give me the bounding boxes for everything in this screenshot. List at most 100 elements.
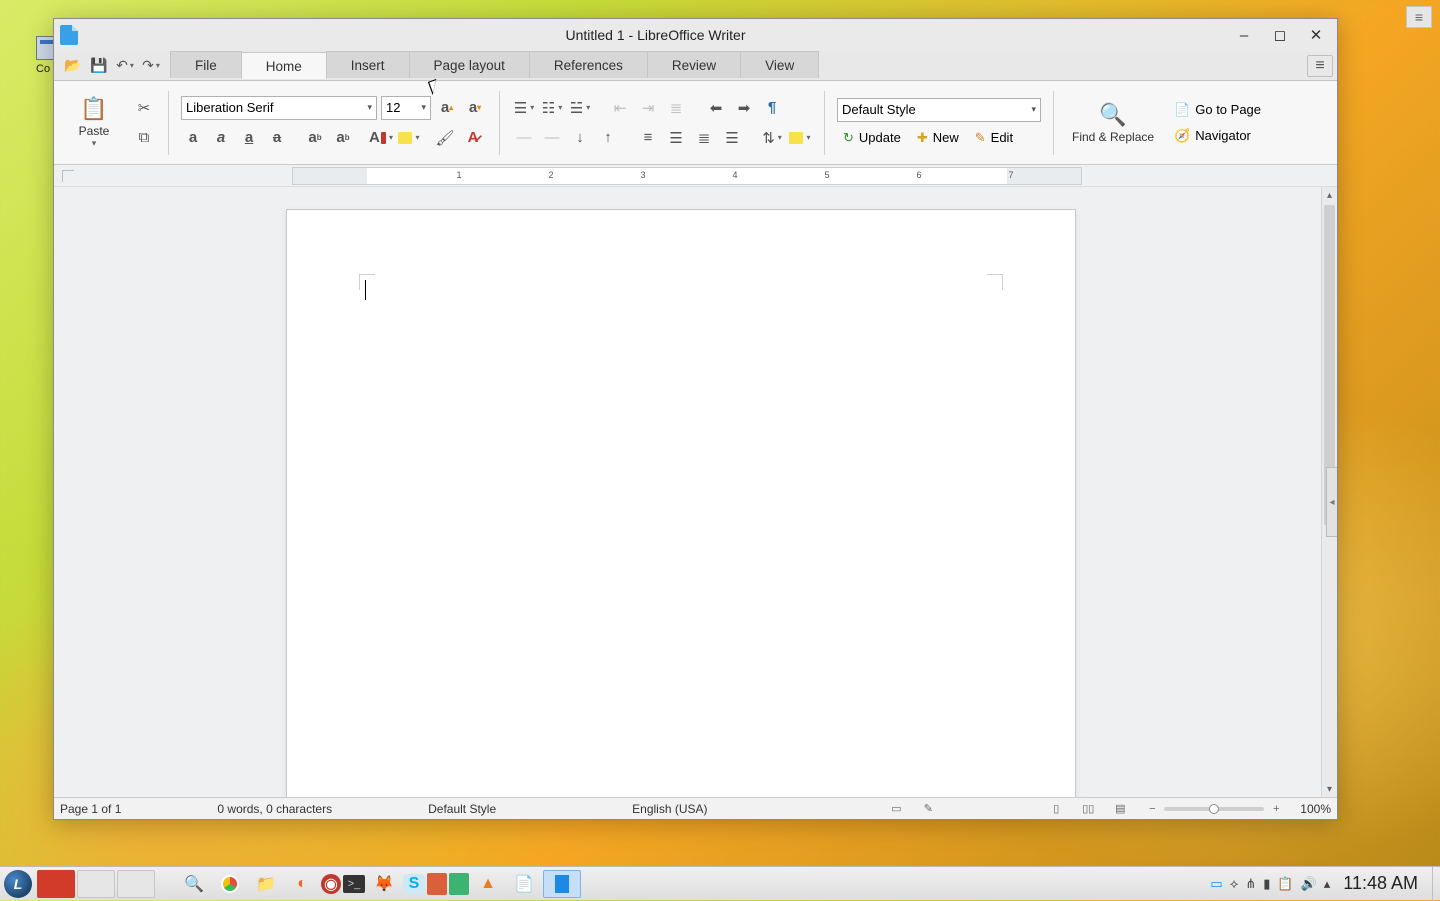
signature-icon[interactable]: ✎ [920,802,936,816]
decrease-indent2-icon[interactable]: ⬅ [704,96,728,120]
align-left-icon[interactable]: ≡ [636,126,660,150]
underline-icon[interactable]: a [237,126,261,150]
edit-style-button[interactable]: ✎Edit [969,128,1019,148]
superscript-icon[interactable]: ab [303,126,327,150]
taskbar-impress-icon[interactable] [427,873,447,895]
page[interactable] [286,209,1076,797]
tab-review[interactable]: Review [647,51,741,78]
sidebar-toggle[interactable]: ◂ [1326,467,1337,537]
view-multi-page-icon[interactable]: ▯▯ [1080,802,1096,816]
view-book-icon[interactable]: ▤ [1112,802,1128,816]
zoom-out-icon[interactable]: − [1144,802,1160,816]
status-word-count[interactable]: 0 words, 0 characters [217,802,332,816]
align-justify-icon[interactable]: ☰ [720,126,744,150]
zoom-percent[interactable]: 100% [1300,802,1331,816]
italic-icon[interactable]: a [209,126,233,150]
bold-icon[interactable]: a [181,126,205,150]
status-page[interactable]: Page 1 of 1 [60,802,121,816]
grow-font-icon[interactable]: a▴ [435,96,459,120]
shrink-font-icon[interactable]: a▾ [463,96,487,120]
horizontal-ruler[interactable]: 1 2 3 4 5 6 7 [292,167,1082,185]
taskbar-search-icon[interactable]: 🔍 [177,870,211,898]
redo-button[interactable]: ↷ [140,55,162,77]
tab-file[interactable]: File [170,51,242,78]
cut-icon[interactable]: ✂ [132,96,156,120]
navigator-button[interactable]: 🧭Navigator [1168,126,1257,146]
taskbar-gimp-icon[interactable]: 🦊 [367,870,401,898]
new-style-button[interactable]: ✚New [911,128,965,148]
taskbar-firefox-icon[interactable]: ◐ [285,870,319,898]
tab-home[interactable]: Home [241,52,327,79]
taskbar-vlc-icon[interactable]: ▲ [471,870,505,898]
taskbar-media-icon[interactable]: ◉ [321,874,341,894]
tray-volume-icon[interactable]: 🔊 [1301,876,1317,892]
highlight-color-icon[interactable] [397,126,421,150]
move-down-icon[interactable]: ↓ [568,126,592,150]
subscript-icon[interactable]: ab [331,126,355,150]
line-spacing-dd-icon[interactable]: ⇅ [760,126,784,150]
taskbar-texteditor-icon[interactable]: 📄 [507,870,541,898]
window-close-button[interactable]: ✕ [1305,24,1327,46]
taskbar-window-2[interactable] [77,870,115,898]
taskbar-window-3[interactable] [117,870,155,898]
tray-expand-icon[interactable]: ▴ [1324,876,1331,892]
ribbon-collapse-button[interactable]: ≡ [1307,55,1333,77]
align-center-icon[interactable]: ☰ [664,126,688,150]
font-name-combo[interactable]: Liberation Serif▾ [181,96,377,120]
move-up-icon[interactable]: ↑ [596,126,620,150]
bullet-list-icon[interactable]: ☰ [512,96,536,120]
paragraph-style-combo[interactable]: Default Style▾ [837,98,1041,122]
taskbar-calc-icon[interactable] [449,873,469,895]
goto-page-button[interactable]: 📄Go to Page [1168,100,1267,120]
paragraph-bg-icon[interactable] [788,126,812,150]
number-list-icon[interactable]: ☷ [540,96,564,120]
tray-wifi-icon[interactable]: ⟡ [1230,876,1239,892]
status-page-style[interactable]: Default Style [428,802,496,816]
start-button[interactable]: L [4,870,32,898]
document-canvas[interactable]: ▴ ▾ ◂ [54,187,1337,797]
clear-formatting-icon[interactable]: A̷ [461,126,485,150]
tray-bluetooth-icon[interactable]: ⋔ [1245,876,1256,892]
font-size-combo[interactable]: 12▾ [381,96,431,120]
tab-references[interactable]: References [529,51,648,78]
strikethrough-icon[interactable]: a [265,126,289,150]
tab-view[interactable]: View [740,51,819,78]
copy-icon[interactable]: ⧉ [132,126,156,150]
tray-battery-icon[interactable]: ▮ [1263,876,1270,892]
taskbar-writer-active[interactable] [543,870,581,898]
taskbar-terminal-icon[interactable]: >_ [343,875,365,893]
taskbar-skype-icon[interactable]: S [403,874,425,894]
taskbar-virtual-desktop[interactable] [37,870,75,898]
tab-insert[interactable]: Insert [326,51,410,78]
increase-indent2-icon[interactable]: ➡ [732,96,756,120]
clone-formatting-icon[interactable]: 🖌 [433,126,457,150]
update-style-button[interactable]: ↻Update [837,128,907,148]
zoom-in-icon[interactable]: + [1268,802,1284,816]
outline-list-icon[interactable]: ☱ [568,96,592,120]
scroll-up-icon[interactable]: ▴ [1322,187,1337,203]
taskbar-files-icon[interactable]: 📁 [249,870,283,898]
taskbar-chrome-icon[interactable] [213,870,247,898]
paste-button[interactable]: 📋 Paste ▾ [64,87,124,159]
save-icon[interactable]: 💾 [88,55,110,77]
formatting-marks-icon[interactable]: ¶ [760,96,784,120]
tray-clipboard-icon[interactable]: 📋 [1277,876,1293,892]
taskbar-clock[interactable]: 11:48 AM [1337,873,1424,894]
font-color-icon[interactable]: A [369,126,393,150]
window-maximize-button[interactable]: ◻ [1269,24,1291,46]
find-replace-button[interactable]: 🔍 Find & Replace [1066,87,1160,159]
status-language[interactable]: English (USA) [632,802,707,816]
open-icon[interactable]: 📂 [62,55,84,77]
undo-button[interactable]: ↶ [114,55,136,77]
scroll-down-icon[interactable]: ▾ [1322,781,1337,797]
tray-notifications-icon[interactable]: ▭ [1210,876,1222,892]
titlebar[interactable]: Untitled 1 - LibreOffice Writer – ◻ ✕ [54,19,1337,51]
window-minimize-button[interactable]: – [1233,24,1255,46]
view-single-page-icon[interactable]: ▯ [1048,802,1064,816]
zoom-slider[interactable]: − + [1144,802,1284,816]
align-right-icon[interactable]: ≣ [692,126,716,150]
desktop-panel-menu[interactable]: ≡ [1406,6,1432,28]
tab-page-layout[interactable]: Page layout [409,51,530,78]
insert-mode-icon[interactable]: ▭ [888,802,904,816]
show-desktop-button[interactable] [1432,867,1440,901]
